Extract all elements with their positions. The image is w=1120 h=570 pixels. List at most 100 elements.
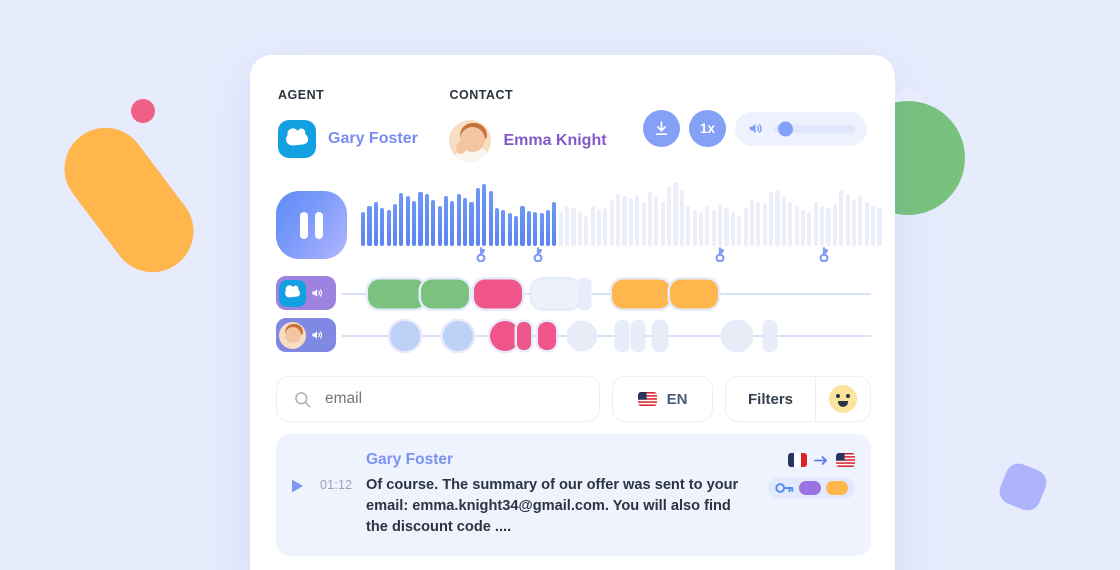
- waveform-bar: [577, 212, 582, 246]
- tag-pill-orange[interactable]: [826, 481, 848, 495]
- track-segment[interactable]: [765, 322, 776, 350]
- waveform-bar: [762, 204, 767, 246]
- waveform-bar: [641, 202, 646, 246]
- playback-speed-label: 1x: [699, 121, 716, 136]
- track-segment[interactable]: [632, 322, 643, 350]
- volume-icon[interactable]: [309, 328, 325, 342]
- track-segment[interactable]: [611, 279, 670, 309]
- waveform-bar: [361, 212, 366, 246]
- volume-slider-handle[interactable]: [777, 121, 793, 136]
- waveform[interactable]: [361, 182, 882, 266]
- key-marker-icon[interactable]: [475, 247, 486, 263]
- waveform-bar: [539, 213, 544, 246]
- waveform-bar: [858, 196, 863, 246]
- waveform-markers: [361, 246, 882, 264]
- waveform-bar: [558, 212, 563, 246]
- volume-slider[interactable]: [774, 121, 855, 136]
- transcript-tags[interactable]: [768, 477, 855, 499]
- track-segment[interactable]: [722, 322, 751, 350]
- contact-track-badge[interactable]: [276, 318, 336, 352]
- waveform-bar: [698, 212, 704, 246]
- track-segment[interactable]: [532, 279, 581, 309]
- play-pause-button[interactable]: [276, 191, 347, 259]
- download-icon: [655, 121, 668, 136]
- waveform-bar: [730, 212, 735, 246]
- language-selector-button[interactable]: EN: [611, 376, 713, 422]
- search-box[interactable]: [276, 376, 600, 422]
- contact-name[interactable]: Emma Knight: [503, 132, 606, 150]
- waveform-bar: [864, 202, 869, 246]
- search-input[interactable]: [325, 390, 583, 408]
- waveform-bar: [469, 202, 474, 246]
- volume-icon[interactable]: [309, 286, 325, 300]
- track-segment[interactable]: [669, 279, 718, 309]
- waveform-bar: [800, 210, 806, 246]
- agent-name[interactable]: Gary Foster: [328, 130, 418, 148]
- waveform-bar: [380, 208, 385, 246]
- download-button[interactable]: [643, 110, 680, 147]
- transcript-row[interactable]: 01:12 Gary Foster Of course. The summary…: [276, 434, 871, 556]
- waveform-bar: [749, 200, 755, 246]
- waveform-bar: [590, 206, 595, 246]
- agent-track-badge[interactable]: [276, 276, 336, 310]
- waveform-bar: [443, 196, 449, 246]
- track-segment[interactable]: [569, 323, 596, 349]
- sentiment-button[interactable]: [815, 377, 870, 421]
- emoji-face-icon: [829, 385, 857, 413]
- track-segment[interactable]: [537, 322, 556, 350]
- key-marker-icon[interactable]: [819, 247, 830, 263]
- waveform-bar: [520, 206, 525, 246]
- waveform-bar: [756, 202, 761, 246]
- speaker-tracks: [250, 266, 895, 356]
- waveform-section: [250, 162, 895, 266]
- waveform-bar: [673, 182, 678, 246]
- track-segment[interactable]: [421, 279, 470, 309]
- track-segment[interactable]: [474, 279, 523, 309]
- waveform-bar: [571, 208, 576, 246]
- cloud-icon: [278, 120, 316, 158]
- waveform-bar: [609, 200, 614, 246]
- decorative-pink-dot: [131, 99, 155, 123]
- decorative-orange-pill: [48, 111, 210, 289]
- transcript-speaker[interactable]: Gary Foster: [366, 451, 746, 469]
- track-segment[interactable]: [516, 322, 531, 350]
- waveform-bar: [405, 196, 410, 246]
- track-segment[interactable]: [368, 279, 427, 309]
- transcript-play-button[interactable]: [290, 451, 310, 538]
- transcript-meta: [768, 451, 855, 538]
- transcript-content: Gary Foster Of course. The summary of ou…: [366, 451, 758, 538]
- waveform-bar: [584, 216, 589, 246]
- waveform-bar: [475, 188, 480, 246]
- track-segment[interactable]: [442, 321, 473, 351]
- contact-track-row: [276, 314, 871, 356]
- waveform-bar: [616, 194, 621, 246]
- tag-pill-purple[interactable]: [799, 481, 821, 495]
- key-marker-icon[interactable]: [715, 247, 726, 263]
- waveform-bar: [507, 213, 512, 246]
- volume-icon[interactable]: [746, 120, 765, 137]
- waveform-bar: [851, 200, 857, 246]
- volume-control[interactable]: [735, 111, 867, 146]
- contact-block: CONTACT Emma Knight: [449, 88, 643, 162]
- filters-button[interactable]: Filters: [726, 377, 815, 421]
- playback-speed-button[interactable]: 1x: [689, 110, 726, 147]
- waveform-bar: [488, 191, 493, 246]
- track-segment[interactable]: [617, 322, 628, 350]
- waveform-bar: [647, 192, 653, 246]
- key-icon: [775, 483, 794, 493]
- filters-group: Filters: [724, 376, 871, 422]
- track-segment[interactable]: [580, 280, 590, 308]
- player-controls: 1x: [643, 88, 867, 147]
- waveform-bar: [743, 208, 748, 246]
- waveform-bar: [839, 190, 844, 246]
- agent-label: AGENT: [278, 88, 325, 102]
- waveform-bar: [628, 198, 633, 246]
- track-segment[interactable]: [389, 321, 420, 351]
- track-segment[interactable]: [654, 322, 667, 350]
- waveform-bar: [845, 194, 850, 246]
- key-marker-icon[interactable]: [532, 247, 543, 263]
- waveform-bars[interactable]: [361, 182, 882, 246]
- waveform-bar: [431, 200, 436, 246]
- waveform-bar: [877, 208, 882, 246]
- waveform-bar: [679, 190, 684, 246]
